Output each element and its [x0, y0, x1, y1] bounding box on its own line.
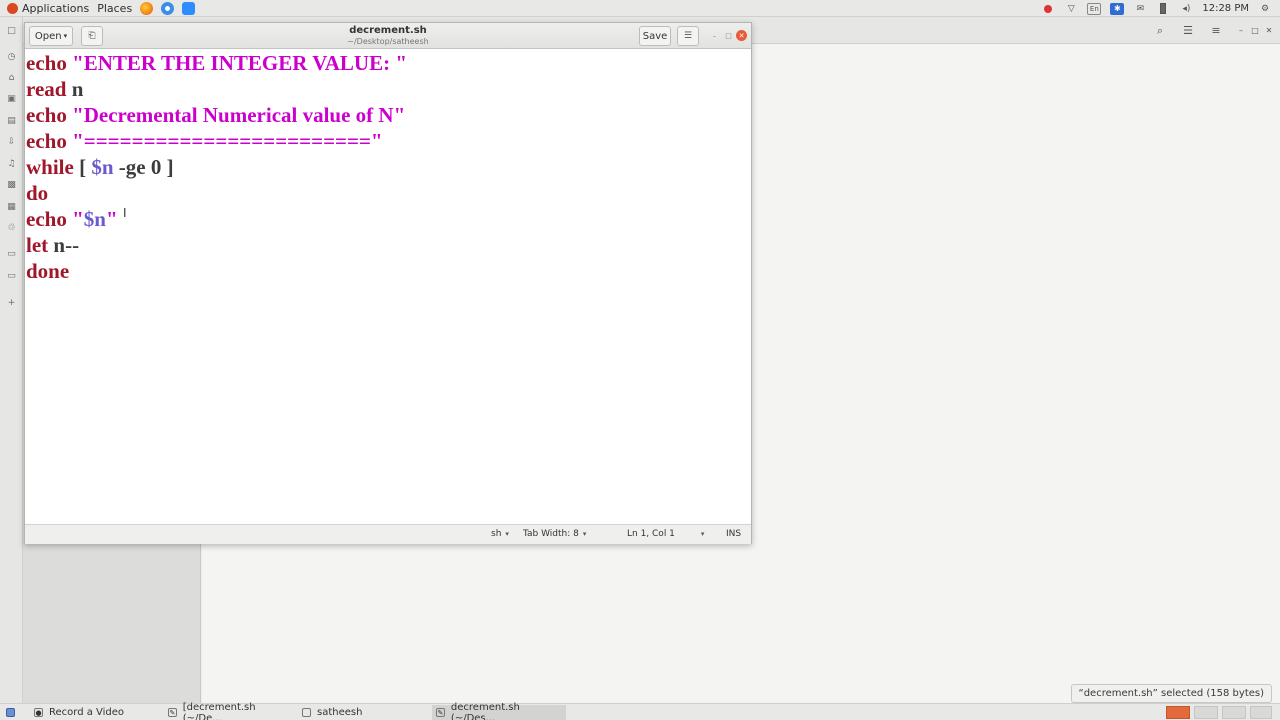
cursor-position-selector[interactable]: Ln 1, Col 1 ▾	[627, 529, 704, 539]
save-button[interactable]: Save	[639, 26, 671, 46]
task-label: decrement.sh (~/Des...	[450, 701, 520, 720]
desktop-icon	[6, 708, 15, 717]
system-tray: ▽ En ✱ ✉ ◂) 12:28 PM ⚙	[1041, 0, 1272, 17]
volume-icon[interactable]: ◂)	[1179, 3, 1193, 15]
gedit-headerbar[interactable]: Open ▾ ⎗ decrement.sh ~/Desktop/satheesh…	[25, 23, 751, 49]
clock[interactable]: 12:28 PM	[1202, 3, 1249, 14]
open-label: Open	[34, 30, 62, 42]
firefox-icon[interactable]	[140, 1, 154, 15]
folder-icon-2[interactable]: ▭	[5, 269, 18, 282]
tab-width-label: Tab Width: 8	[523, 529, 579, 539]
chevron-down-icon: ▾	[505, 530, 509, 538]
task-label: [decrement.sh (~/De...	[182, 701, 256, 720]
chevron-down-icon: ▾	[63, 32, 68, 40]
menu-button[interactable]: ☰	[677, 26, 699, 46]
list-view-icon[interactable]: ☰	[1177, 21, 1199, 40]
status-bar: sh ▾ Tab Width: 8 ▾ Ln 1, Col 1 ▾ INS	[25, 524, 751, 544]
trash-icon[interactable]: ♲	[5, 221, 18, 234]
task-record-video[interactable]: ● Record a Video	[30, 705, 160, 720]
workspace-2[interactable]	[1194, 706, 1218, 719]
wifi-icon[interactable]: ▽	[1064, 3, 1078, 15]
code-line: echo "$n"	[26, 207, 118, 231]
square-icon[interactable]: □	[5, 24, 18, 37]
record-indicator-icon[interactable]	[1041, 3, 1055, 15]
workspace-4[interactable]	[1250, 706, 1272, 719]
videos-icon[interactable]: ▦	[5, 200, 18, 213]
close-icon[interactable]: ✕	[1263, 21, 1275, 40]
workspace-3[interactable]	[1222, 706, 1246, 719]
code-line: read n	[26, 77, 84, 101]
maximize-icon[interactable]: □	[1249, 21, 1261, 40]
open-button[interactable]: Open ▾	[29, 26, 73, 46]
new-tab-button[interactable]: ⎗	[81, 26, 103, 46]
new-document-icon: ⎗	[88, 31, 96, 41]
battery-icon[interactable]	[1156, 3, 1170, 15]
text-editor[interactable]: echo "ENTER THE INTEGER VALUE: " read n …	[25, 50, 751, 524]
documents-icon[interactable]: ▤	[5, 114, 18, 127]
close-button[interactable]: ✕	[736, 30, 747, 41]
show-desktop-button[interactable]	[2, 705, 24, 720]
language-selector[interactable]: sh ▾	[491, 529, 509, 539]
pictures-icon[interactable]: ▩	[5, 178, 18, 191]
text-cursor-icon: I	[123, 206, 127, 220]
cursor-position: Ln 1, Col 1	[627, 529, 675, 539]
minimize-button[interactable]: –	[709, 30, 720, 41]
minimize-icon[interactable]: –	[1235, 21, 1247, 40]
downloads-icon[interactable]: ⇩	[5, 135, 18, 148]
chrome-icon[interactable]	[161, 1, 175, 15]
code-line: echo "Decremental Numerical value of N"	[26, 103, 406, 127]
gedit-window: Open ▾ ⎗ decrement.sh ~/Desktop/satheesh…	[24, 22, 752, 544]
language-label: sh	[491, 529, 502, 539]
chevron-down-icon: ▾	[582, 530, 587, 538]
record-icon: ●	[34, 708, 43, 717]
music-icon[interactable]: ♫	[5, 157, 18, 170]
add-location-icon[interactable]: +	[5, 296, 18, 309]
search-icon[interactable]: ⌕	[1149, 21, 1171, 40]
task-file-manager[interactable]: satheesh	[298, 705, 428, 720]
recent-icon[interactable]: ◷	[5, 50, 18, 63]
code-line: do	[26, 181, 49, 205]
workspace-1[interactable]	[1166, 706, 1190, 719]
top-panel: Applications Places ▽ En ✱ ✉ ◂) 12:28 PM…	[0, 0, 1280, 17]
code-line: let n--	[26, 233, 80, 257]
launcher: □ ◷ ⌂ ▣ ▤ ⇩ ♫ ▩ ▦ ♲ ▭ ▭ +	[0, 17, 23, 703]
mail-icon[interactable]: ✉	[1133, 3, 1147, 15]
language-indicator[interactable]: En	[1087, 2, 1102, 15]
text-editor-icon: ✎	[168, 708, 177, 717]
insert-mode: INS	[726, 529, 742, 539]
zoom-icon[interactable]	[182, 1, 196, 15]
selection-status: “decrement.sh” selected (158 bytes)	[1070, 684, 1272, 703]
places-menu[interactable]: Places	[93, 0, 136, 17]
task-label: Record a Video	[49, 707, 125, 718]
applications-label: Applications	[22, 1, 90, 15]
settings-gear-icon[interactable]: ⚙	[1258, 3, 1272, 15]
code-line: while [ $n -ge 0 ]	[26, 155, 174, 179]
folder-icon	[302, 708, 311, 717]
places-label: Places	[97, 1, 133, 15]
tab-width-selector[interactable]: Tab Width: 8 ▾	[523, 529, 586, 539]
hamburger-icon: ☰	[683, 31, 693, 41]
applications-menu[interactable]: Applications	[0, 0, 93, 17]
text-editor-icon: ✎	[436, 708, 445, 717]
task-label: satheesh	[317, 707, 363, 718]
taskbar: ● Record a Video ✎ [decrement.sh (~/De..…	[0, 701, 1280, 720]
ubuntu-icon	[7, 2, 18, 14]
code-line: echo "ENTER THE INTEGER VALUE: "	[26, 51, 407, 75]
code-line: done	[26, 259, 70, 283]
task-gedit-1[interactable]: ✎ [decrement.sh (~/De...	[164, 701, 294, 720]
maximize-button[interactable]: □	[723, 30, 734, 41]
bluetooth-icon[interactable]: ✱	[1110, 2, 1125, 15]
task-gedit-2[interactable]: ✎ decrement.sh (~/Des...	[432, 701, 566, 720]
chevron-down-icon: ▾	[700, 530, 705, 538]
code-line: echo "========================"	[26, 129, 383, 153]
desktop-icon[interactable]: ▣	[5, 92, 18, 105]
folder-icon[interactable]: ▭	[5, 247, 18, 260]
hamburger-menu-icon[interactable]: ≡	[1205, 21, 1227, 40]
home-icon[interactable]: ⌂	[5, 71, 18, 84]
